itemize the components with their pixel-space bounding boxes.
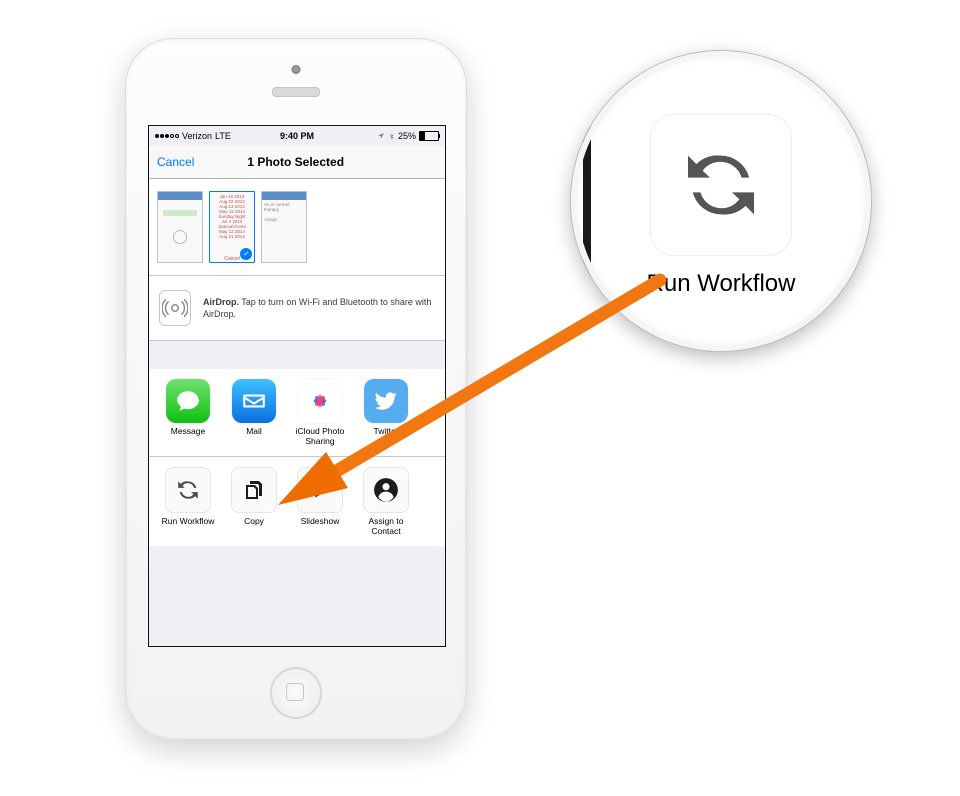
action-run-workflow[interactable]: Run Workflow <box>159 467 217 536</box>
battery-icon <box>419 131 439 141</box>
contact-icon <box>373 477 399 503</box>
photo-thumbnail[interactable] <box>157 191 203 263</box>
share-action-label: Slideshow <box>301 516 340 526</box>
network-label: LTE <box>215 131 231 141</box>
copy-icon <box>242 478 266 502</box>
magnified-label: Run Workflow <box>647 270 796 298</box>
share-action-label: Assign to Contact <box>357 516 415 536</box>
workflow-sync-icon <box>175 477 201 503</box>
share-app-icloud-photos[interactable]: iCloud Photo Sharing <box>291 379 349 446</box>
share-actions-row: Run Workflow Copy Slideshow Assign to Co… <box>149 457 445 546</box>
front-camera <box>292 65 301 74</box>
phone-edge-fragment <box>583 101 591 301</box>
photo-thumbnail-row[interactable]: Jan 19 2013Aug 02 2013Aug 13 2013May 12 … <box>149 179 445 276</box>
message-icon <box>175 388 201 414</box>
share-app-message[interactable]: Message <box>159 379 217 446</box>
mail-icon <box>241 388 267 414</box>
play-icon <box>309 479 331 501</box>
share-app-twitter[interactable]: Twitter <box>357 379 415 446</box>
workflow-sync-icon <box>677 141 765 229</box>
airdrop-icon <box>159 290 191 326</box>
photos-icon <box>305 386 335 416</box>
magnifier-callout: Run Workflow <box>570 50 872 352</box>
twitter-icon <box>373 388 399 414</box>
clock-label: 9:40 PM <box>280 131 314 141</box>
page-title: 1 Photo Selected <box>154 155 437 169</box>
carrier-label: Verizon <box>182 131 212 141</box>
home-button[interactable] <box>270 667 322 719</box>
signal-strength-icon <box>155 134 179 138</box>
screen: Verizon LTE 9:40 PM 25% Cancel 1 Photo S… <box>148 125 446 647</box>
iphone-frame: Verizon LTE 9:40 PM 25% Cancel 1 Photo S… <box>125 38 467 740</box>
action-assign-contact[interactable]: Assign to Contact <box>357 467 415 536</box>
action-slideshow[interactable]: Slideshow <box>291 467 349 536</box>
share-app-label: Twitter <box>373 426 398 436</box>
photo-thumbnail[interactable]: An in current therapyAssign <box>261 191 307 263</box>
share-action-label: Copy <box>244 516 264 526</box>
share-app-label: Mail <box>246 426 262 436</box>
share-sheet-header: Cancel 1 Photo Selected <box>149 146 445 179</box>
share-app-label: iCloud Photo Sharing <box>291 426 349 446</box>
share-app-mail[interactable]: Mail <box>225 379 283 446</box>
action-copy[interactable]: Copy <box>225 467 283 536</box>
photo-thumbnail-selected[interactable]: Jan 19 2013Aug 02 2013Aug 13 2013May 12 … <box>209 191 255 263</box>
status-bar: Verizon LTE 9:40 PM 25% <box>149 126 445 146</box>
earpiece-speaker <box>272 87 320 97</box>
battery-percent-label: 25% <box>398 131 416 141</box>
share-apps-row: Message Mail iCloud Photo Sharing Twitte… <box>149 369 445 457</box>
selection-checkmark-icon <box>240 248 252 260</box>
location-icon <box>377 132 385 140</box>
airdrop-row[interactable]: AirDrop. Tap to turn on Wi-Fi and Blueto… <box>149 276 445 341</box>
bluetooth-icon <box>388 132 395 141</box>
share-action-label: Run Workflow <box>162 516 215 526</box>
share-app-label: Message <box>171 426 206 436</box>
airdrop-text: AirDrop. Tap to turn on Wi-Fi and Blueto… <box>203 296 435 320</box>
magnified-action-tile <box>650 114 792 256</box>
